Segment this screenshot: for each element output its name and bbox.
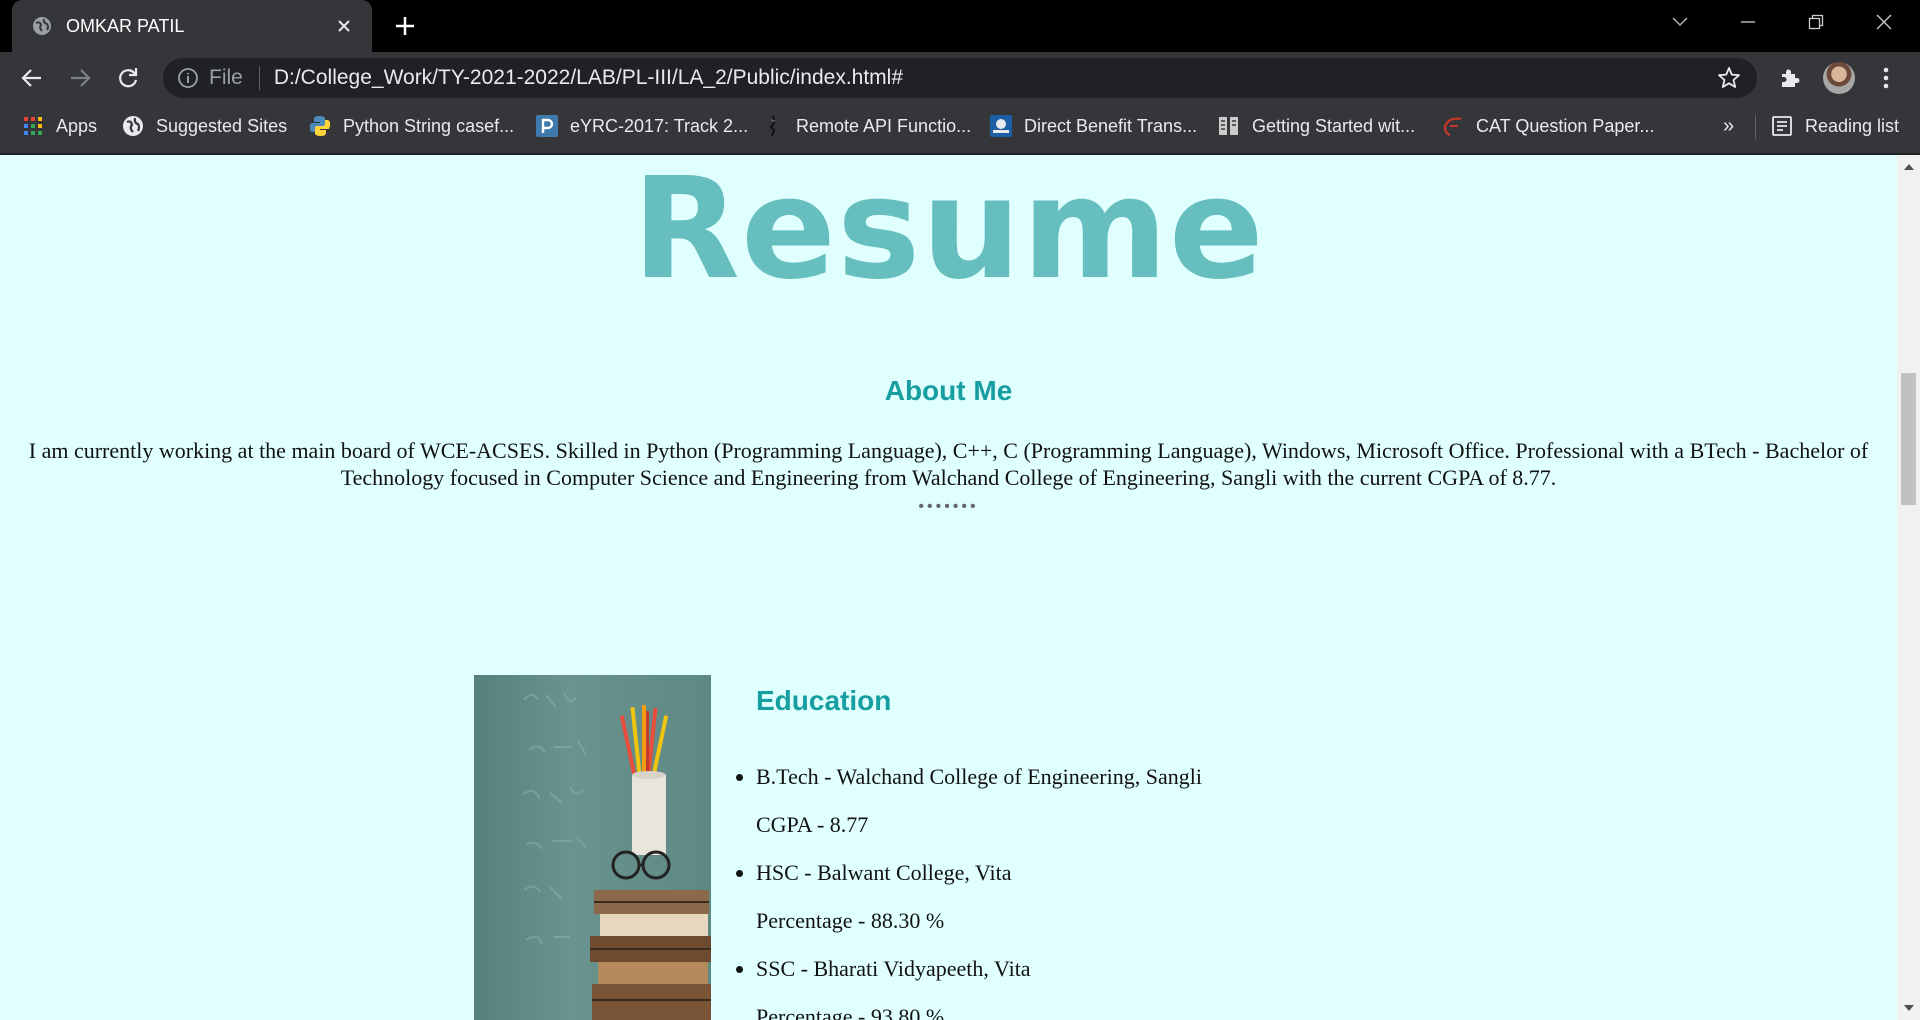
education-score: Percentage - 93.80 % bbox=[756, 1004, 945, 1020]
browser-tab[interactable]: OMKAR PATIL bbox=[12, 0, 372, 52]
extensions-puzzle-icon[interactable] bbox=[1774, 62, 1806, 94]
scroll-up-arrow-icon[interactable] bbox=[1897, 157, 1920, 177]
bookmark-label: Remote API Functio... bbox=[796, 115, 972, 136]
bookmark-label: Python String casef... bbox=[343, 115, 515, 136]
reload-button[interactable] bbox=[112, 62, 144, 94]
back-arrow-icon bbox=[21, 69, 41, 87]
bookmarks-bar: Apps Suggested Sites Python String casef… bbox=[0, 104, 1920, 154]
bookmark-apps[interactable]: Apps bbox=[22, 104, 97, 148]
globe-icon bbox=[122, 115, 144, 137]
forward-button[interactable] bbox=[64, 62, 96, 94]
scheme-label: File bbox=[209, 66, 243, 89]
scrollbar-thumb[interactable] bbox=[1901, 373, 1916, 505]
list-item: B.Tech - Walchand College of Engineering… bbox=[756, 753, 1202, 849]
bookmark-star-icon[interactable] bbox=[1715, 64, 1743, 92]
bookmark-remote-api[interactable]: Remote API Functio... bbox=[762, 104, 971, 148]
forward-arrow-icon bbox=[71, 69, 91, 87]
list-item: SSC - Bharati Vidyapeeth, Vita Percentag… bbox=[756, 945, 1202, 1020]
bookmarks-overflow-button[interactable]: » bbox=[1723, 104, 1734, 148]
education-school: HSC - Balwant College, Vita bbox=[756, 849, 1202, 897]
url-text[interactable]: D:/College_Work/TY-2021-2022/LAB/PL-III/… bbox=[274, 66, 1715, 90]
bookmark-dbt[interactable]: Direct Benefit Trans... bbox=[990, 104, 1197, 148]
bookmark-getting-started[interactable]: Getting Started wit... bbox=[1218, 104, 1415, 148]
about-heading: About Me bbox=[884, 375, 1013, 406]
resume-page: Resume About Me I am currently working a… bbox=[0, 155, 1897, 1020]
python-icon bbox=[309, 115, 331, 137]
education-image bbox=[474, 675, 711, 1020]
education-school: B.Tech - Walchand College of Engineering… bbox=[756, 753, 1202, 801]
bookmark-python-string[interactable]: Python String casef... bbox=[309, 104, 514, 148]
section-divider-dots: ••••••• bbox=[918, 498, 979, 515]
profile-avatar[interactable] bbox=[1823, 62, 1855, 94]
cat-icon bbox=[1442, 115, 1464, 137]
page-title: Resume bbox=[632, 155, 1265, 311]
tab-title: OMKAR PATIL bbox=[66, 15, 185, 36]
education-score: CGPA - 8.77 bbox=[756, 812, 869, 837]
tab-strip: OMKAR PATIL bbox=[0, 0, 1920, 52]
books-pencils-illustration bbox=[521, 692, 711, 1020]
list-item: HSC - Balwant College, Vita Percentage -… bbox=[756, 849, 1202, 945]
globe-icon bbox=[33, 17, 51, 35]
info-icon[interactable] bbox=[177, 67, 199, 89]
reading-list-icon bbox=[1771, 115, 1793, 137]
address-bar[interactable]: File D:/College_Work/TY-2021-2022/LAB/PL… bbox=[163, 58, 1757, 98]
minimize-button[interactable] bbox=[1714, 0, 1782, 44]
page-viewport: Resume About Me I am currently working a… bbox=[0, 155, 1920, 1020]
reading-list-label: Reading list bbox=[1805, 115, 1900, 136]
bookmark-label: CAT Question Paper... bbox=[1476, 115, 1655, 136]
coppelia-icon bbox=[762, 115, 784, 137]
education-heading: Education bbox=[756, 685, 892, 716]
education-list: B.Tech - Walchand College of Engineering… bbox=[756, 753, 1202, 1020]
close-icon[interactable] bbox=[334, 16, 354, 36]
docs-icon bbox=[1218, 115, 1240, 137]
apps-grid-icon bbox=[22, 115, 44, 137]
address-divider bbox=[258, 66, 260, 90]
back-button[interactable] bbox=[16, 62, 48, 94]
education-school: SSC - Bharati Vidyapeeth, Vita bbox=[756, 945, 1202, 993]
new-tab-button[interactable] bbox=[392, 13, 418, 39]
tab-search-button[interactable] bbox=[1646, 0, 1714, 44]
reload-icon bbox=[119, 68, 138, 88]
page-scrollbar[interactable] bbox=[1897, 155, 1920, 1020]
bookmark-label: Direct Benefit Trans... bbox=[1024, 115, 1198, 136]
bookmark-label: Suggested Sites bbox=[156, 115, 288, 136]
piazza-icon bbox=[536, 115, 558, 137]
restore-button[interactable] bbox=[1782, 0, 1850, 44]
menu-kebab-icon[interactable] bbox=[1870, 62, 1902, 94]
bookmark-cat-papers[interactable]: CAT Question Paper... bbox=[1442, 104, 1654, 148]
dbt-icon bbox=[990, 115, 1012, 137]
bookmark-label: Apps bbox=[56, 115, 98, 136]
close-window-button[interactable] bbox=[1850, 0, 1918, 44]
bookmark-label: eYRC-2017: Track 2... bbox=[570, 115, 749, 136]
bookmark-suggested-sites[interactable]: Suggested Sites bbox=[122, 104, 287, 148]
bookmarks-divider bbox=[1755, 115, 1756, 139]
bookmark-eyrc[interactable]: eYRC-2017: Track 2... bbox=[536, 104, 748, 148]
about-text: I am currently working at the main board… bbox=[28, 438, 1869, 490]
scroll-down-arrow-icon[interactable] bbox=[1897, 998, 1920, 1018]
education-score: Percentage - 88.30 % bbox=[756, 908, 945, 933]
bookmark-label: Getting Started wit... bbox=[1252, 115, 1416, 136]
browser-toolbar: File D:/College_Work/TY-2021-2022/LAB/PL… bbox=[0, 52, 1920, 104]
reading-list-button[interactable]: Reading list bbox=[1771, 104, 1899, 148]
